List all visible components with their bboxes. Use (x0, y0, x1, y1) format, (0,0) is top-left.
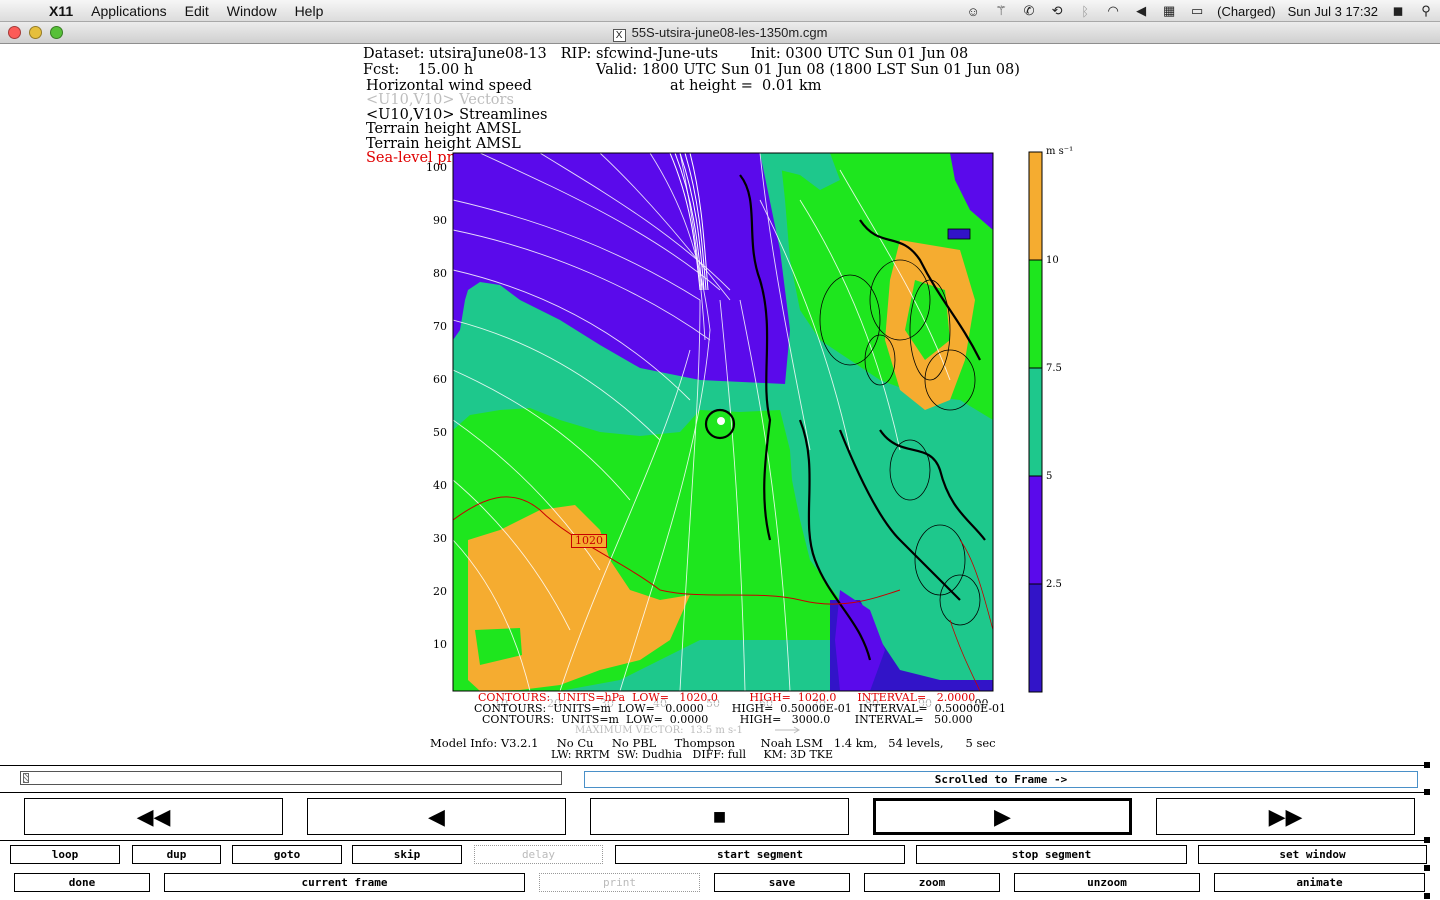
colorbar-unit: m s⁻¹ (1046, 146, 1074, 157)
corner-marker (1424, 893, 1430, 899)
play-button[interactable]: ▶ (873, 798, 1132, 835)
colorbar-green (1028, 259, 1043, 369)
dup-button[interactable]: dup (132, 845, 221, 864)
goto-button[interactable]: goto (232, 845, 342, 864)
zoom-button-ctrl[interactable]: zoom (864, 873, 1000, 892)
current-frame-button[interactable]: current frame (164, 873, 525, 892)
separator (0, 840, 1430, 841)
colorbar-navy (1028, 583, 1043, 693)
slp-label: 1020 (571, 534, 607, 548)
slider-knob[interactable] (23, 773, 29, 783)
print-button[interactable]: print (539, 873, 700, 892)
y-tick: 30 (433, 532, 447, 545)
y-tick: 40 (433, 479, 447, 492)
corner-marker (1424, 865, 1430, 871)
step-back-button[interactable]: ◀ (307, 798, 566, 835)
frame-slider[interactable] (20, 771, 562, 785)
separator (0, 765, 1430, 766)
y-tick: 20 (433, 585, 447, 598)
separator (0, 792, 1430, 793)
stop-segment-button[interactable]: stop segment (916, 845, 1187, 864)
colorbar-orange (1028, 151, 1043, 261)
done-button[interactable]: done (14, 873, 150, 892)
frame-status: Scrolled to Frame -> (584, 771, 1418, 788)
y-tick: 100 (426, 161, 447, 174)
colorbar-teal (1028, 367, 1043, 477)
animate-button[interactable]: animate (1214, 873, 1425, 892)
corner-marker (1424, 789, 1430, 795)
loop-button[interactable]: loop (10, 845, 120, 864)
unzoom-button[interactable]: unzoom (1014, 873, 1200, 892)
start-segment-button[interactable]: start segment (615, 845, 905, 864)
delay-button[interactable]: delay (474, 845, 603, 864)
colorbar-purple (1028, 475, 1043, 585)
colorbar-label: 2.5 (1046, 579, 1062, 590)
y-tick: 10 (433, 638, 447, 651)
y-tick: 60 (433, 373, 447, 386)
y-tick: 50 (433, 426, 447, 439)
y-tick: 70 (433, 320, 447, 333)
colorbar-label: 7.5 (1046, 363, 1062, 374)
colorbar-label: 10 (1046, 255, 1059, 266)
fast-forward-button[interactable]: ▶▶ (1156, 798, 1415, 835)
model-info-2: LW: RRTM SW: Dudhia DIFF: full KM: 3D TK… (551, 748, 834, 761)
save-button[interactable]: save (714, 873, 850, 892)
colorbar-label: 5 (1046, 471, 1053, 482)
y-tick: 80 (433, 267, 447, 280)
rewind-button[interactable]: ◀◀ (24, 798, 283, 835)
stop-button[interactable]: ■ (590, 798, 849, 835)
corner-marker (1424, 837, 1430, 843)
colorbar (1028, 151, 1043, 693)
set-window-button[interactable]: set window (1198, 845, 1427, 864)
location-marker (717, 417, 725, 425)
skip-button[interactable]: skip (352, 845, 462, 864)
y-tick: 90 (433, 214, 447, 227)
corner-marker (1424, 762, 1430, 768)
